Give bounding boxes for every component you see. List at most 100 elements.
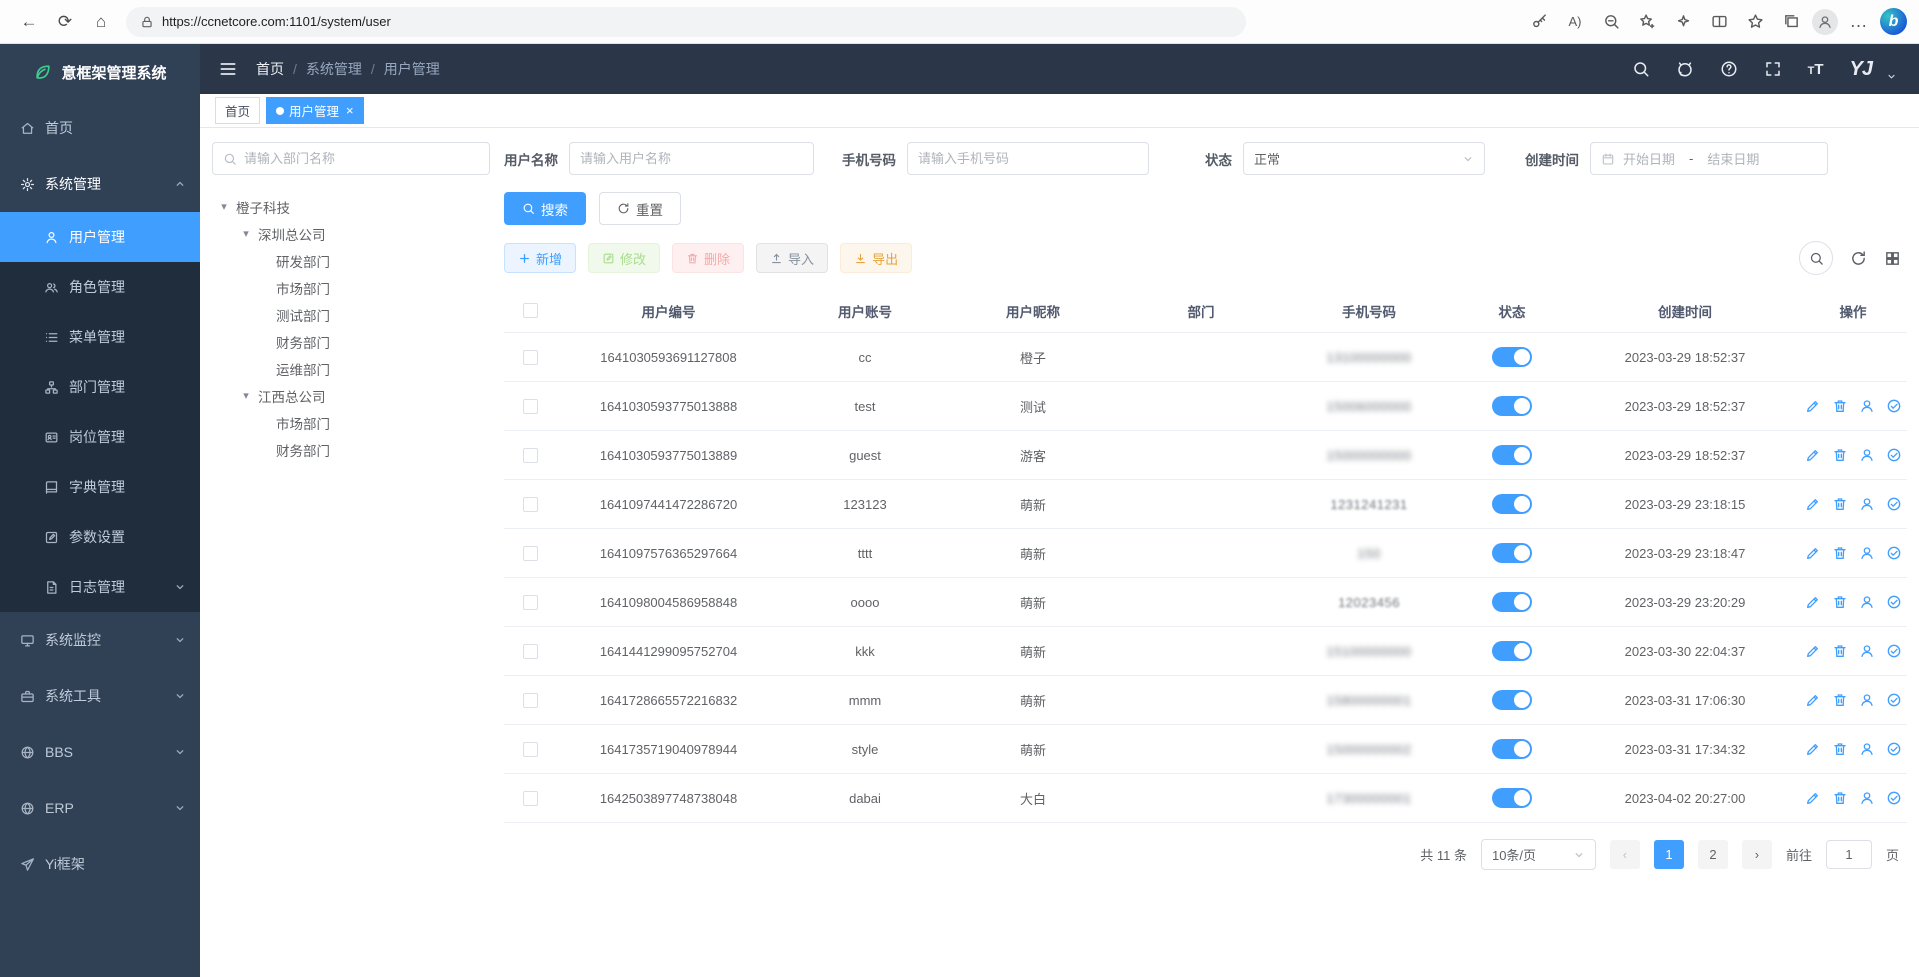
select-all-checkbox[interactable] xyxy=(523,303,538,318)
browser-refresh-icon[interactable]: ⟳ xyxy=(48,6,82,38)
sidebar-item-yi-framework[interactable]: Yi框架 xyxy=(0,836,200,892)
status-toggle[interactable] xyxy=(1492,347,1532,367)
row-checkbox[interactable] xyxy=(523,399,538,414)
assign-role-icon[interactable] xyxy=(1886,790,1902,806)
tree-node[interactable]: 研发部门 xyxy=(212,247,490,274)
edit-icon[interactable] xyxy=(1805,790,1821,806)
assign-role-icon[interactable] xyxy=(1886,398,1902,414)
status-select[interactable]: 正常 xyxy=(1243,142,1485,175)
assign-role-icon[interactable] xyxy=(1886,692,1902,708)
search-icon[interactable] xyxy=(1632,60,1650,78)
sidebar-item-post-management[interactable]: 岗位管理 xyxy=(0,412,200,462)
assign-role-icon[interactable] xyxy=(1886,545,1902,561)
edit-icon[interactable] xyxy=(1805,692,1821,708)
reset-password-icon[interactable] xyxy=(1859,545,1875,561)
reset-password-icon[interactable] xyxy=(1859,447,1875,463)
password-key-icon[interactable] xyxy=(1524,6,1554,38)
delete-button[interactable]: 删除 xyxy=(672,243,744,273)
reset-password-icon[interactable] xyxy=(1859,741,1875,757)
edit-button[interactable]: 修改 xyxy=(588,243,660,273)
sidebar-collapse-icon[interactable] xyxy=(218,59,238,79)
reset-password-icon[interactable] xyxy=(1859,643,1875,659)
delete-icon[interactable] xyxy=(1832,545,1848,561)
tree-node[interactable]: 财务部门 xyxy=(212,328,490,355)
bing-icon[interactable]: b xyxy=(1880,8,1907,35)
browser-home-icon[interactable]: ⌂ xyxy=(84,6,118,38)
reset-password-icon[interactable] xyxy=(1859,594,1875,610)
assign-role-icon[interactable] xyxy=(1886,496,1902,512)
sidebar-item-menu-management[interactable]: 菜单管理 xyxy=(0,312,200,362)
reset-button[interactable]: 重置 xyxy=(599,192,681,225)
add-button[interactable]: 新增 xyxy=(504,243,576,273)
edit-icon[interactable] xyxy=(1805,594,1821,610)
row-checkbox[interactable] xyxy=(523,742,538,757)
page-button-2[interactable]: 2 xyxy=(1698,840,1728,869)
reset-password-icon[interactable] xyxy=(1859,790,1875,806)
sidebar-item-dict-management[interactable]: 字典管理 xyxy=(0,462,200,512)
tree-node[interactable]: ▾江西总公司 xyxy=(212,382,490,409)
username-input[interactable] xyxy=(569,142,814,175)
sidebar-item-home[interactable]: 首页 xyxy=(0,100,200,156)
sidebar-item-role-management[interactable]: 角色管理 xyxy=(0,262,200,312)
column-settings-icon[interactable] xyxy=(1884,250,1901,267)
browser-profile-avatar[interactable] xyxy=(1812,9,1838,35)
add-favorite-icon[interactable] xyxy=(1632,6,1662,38)
row-checkbox[interactable] xyxy=(523,644,538,659)
zoom-icon[interactable] xyxy=(1596,6,1626,38)
sidebar-item-system-management[interactable]: 系统管理 xyxy=(0,156,200,212)
status-toggle[interactable] xyxy=(1492,445,1532,465)
tree-expand-icon[interactable]: ▾ xyxy=(218,200,230,213)
edit-icon[interactable] xyxy=(1805,741,1821,757)
edit-icon[interactable] xyxy=(1805,398,1821,414)
help-icon[interactable] xyxy=(1720,60,1738,78)
show-search-toggle-button[interactable] xyxy=(1799,241,1833,275)
status-toggle[interactable] xyxy=(1492,690,1532,710)
status-toggle[interactable] xyxy=(1492,641,1532,661)
sidebar-item-system-monitor[interactable]: 系统监控 xyxy=(0,612,200,668)
tree-node[interactable]: 测试部门 xyxy=(212,301,490,328)
assign-role-icon[interactable] xyxy=(1886,741,1902,757)
assign-role-icon[interactable] xyxy=(1886,594,1902,610)
edit-icon[interactable] xyxy=(1805,496,1821,512)
status-toggle[interactable] xyxy=(1492,739,1532,759)
tab-home[interactable]: 首页 xyxy=(215,97,260,124)
status-toggle[interactable] xyxy=(1492,494,1532,514)
delete-icon[interactable] xyxy=(1832,496,1848,512)
search-button[interactable]: 搜索 xyxy=(504,192,586,225)
tab-user-management[interactable]: 用户管理 × xyxy=(266,97,364,124)
favorites-icon[interactable] xyxy=(1740,6,1770,38)
page-size-select[interactable]: 10条/页 xyxy=(1481,839,1596,870)
phone-input[interactable] xyxy=(907,142,1149,175)
browser-essentials-icon[interactable] xyxy=(1668,6,1698,38)
row-checkbox[interactable] xyxy=(523,693,538,708)
status-toggle[interactable] xyxy=(1492,543,1532,563)
fullscreen-icon[interactable] xyxy=(1764,60,1782,78)
sidebar-item-user-management[interactable]: 用户管理 xyxy=(0,212,200,262)
collections-icon[interactable] xyxy=(1776,6,1806,38)
breadcrumb-home[interactable]: 首页 xyxy=(256,59,284,79)
assign-role-icon[interactable] xyxy=(1886,447,1902,463)
browser-back-icon[interactable]: ← xyxy=(12,6,46,38)
sidebar-item-bbs[interactable]: BBS xyxy=(0,724,200,780)
delete-icon[interactable] xyxy=(1832,594,1848,610)
read-aloud-icon[interactable]: A) xyxy=(1560,6,1590,38)
sidebar-item-log-management[interactable]: 日志管理 xyxy=(0,562,200,612)
status-toggle[interactable] xyxy=(1492,788,1532,808)
page-button-1[interactable]: 1 xyxy=(1654,840,1684,869)
next-page-button[interactable]: › xyxy=(1742,840,1772,869)
reset-password-icon[interactable] xyxy=(1859,398,1875,414)
department-search-input[interactable] xyxy=(244,151,479,166)
reset-password-icon[interactable] xyxy=(1859,496,1875,512)
tree-node[interactable]: 财务部门 xyxy=(212,436,490,463)
sidebar-item-param-settings[interactable]: 参数设置 xyxy=(0,512,200,562)
user-avatar-logo[interactable]: YJ xyxy=(1850,58,1872,81)
delete-icon[interactable] xyxy=(1832,692,1848,708)
sidebar-item-erp[interactable]: ERP xyxy=(0,780,200,836)
status-toggle[interactable] xyxy=(1492,396,1532,416)
github-icon[interactable] xyxy=(1676,60,1694,78)
delete-icon[interactable] xyxy=(1832,398,1848,414)
tree-node[interactable]: 运维部门 xyxy=(212,355,490,382)
delete-icon[interactable] xyxy=(1832,643,1848,659)
goto-page-input[interactable] xyxy=(1826,840,1872,869)
assign-role-icon[interactable] xyxy=(1886,643,1902,659)
